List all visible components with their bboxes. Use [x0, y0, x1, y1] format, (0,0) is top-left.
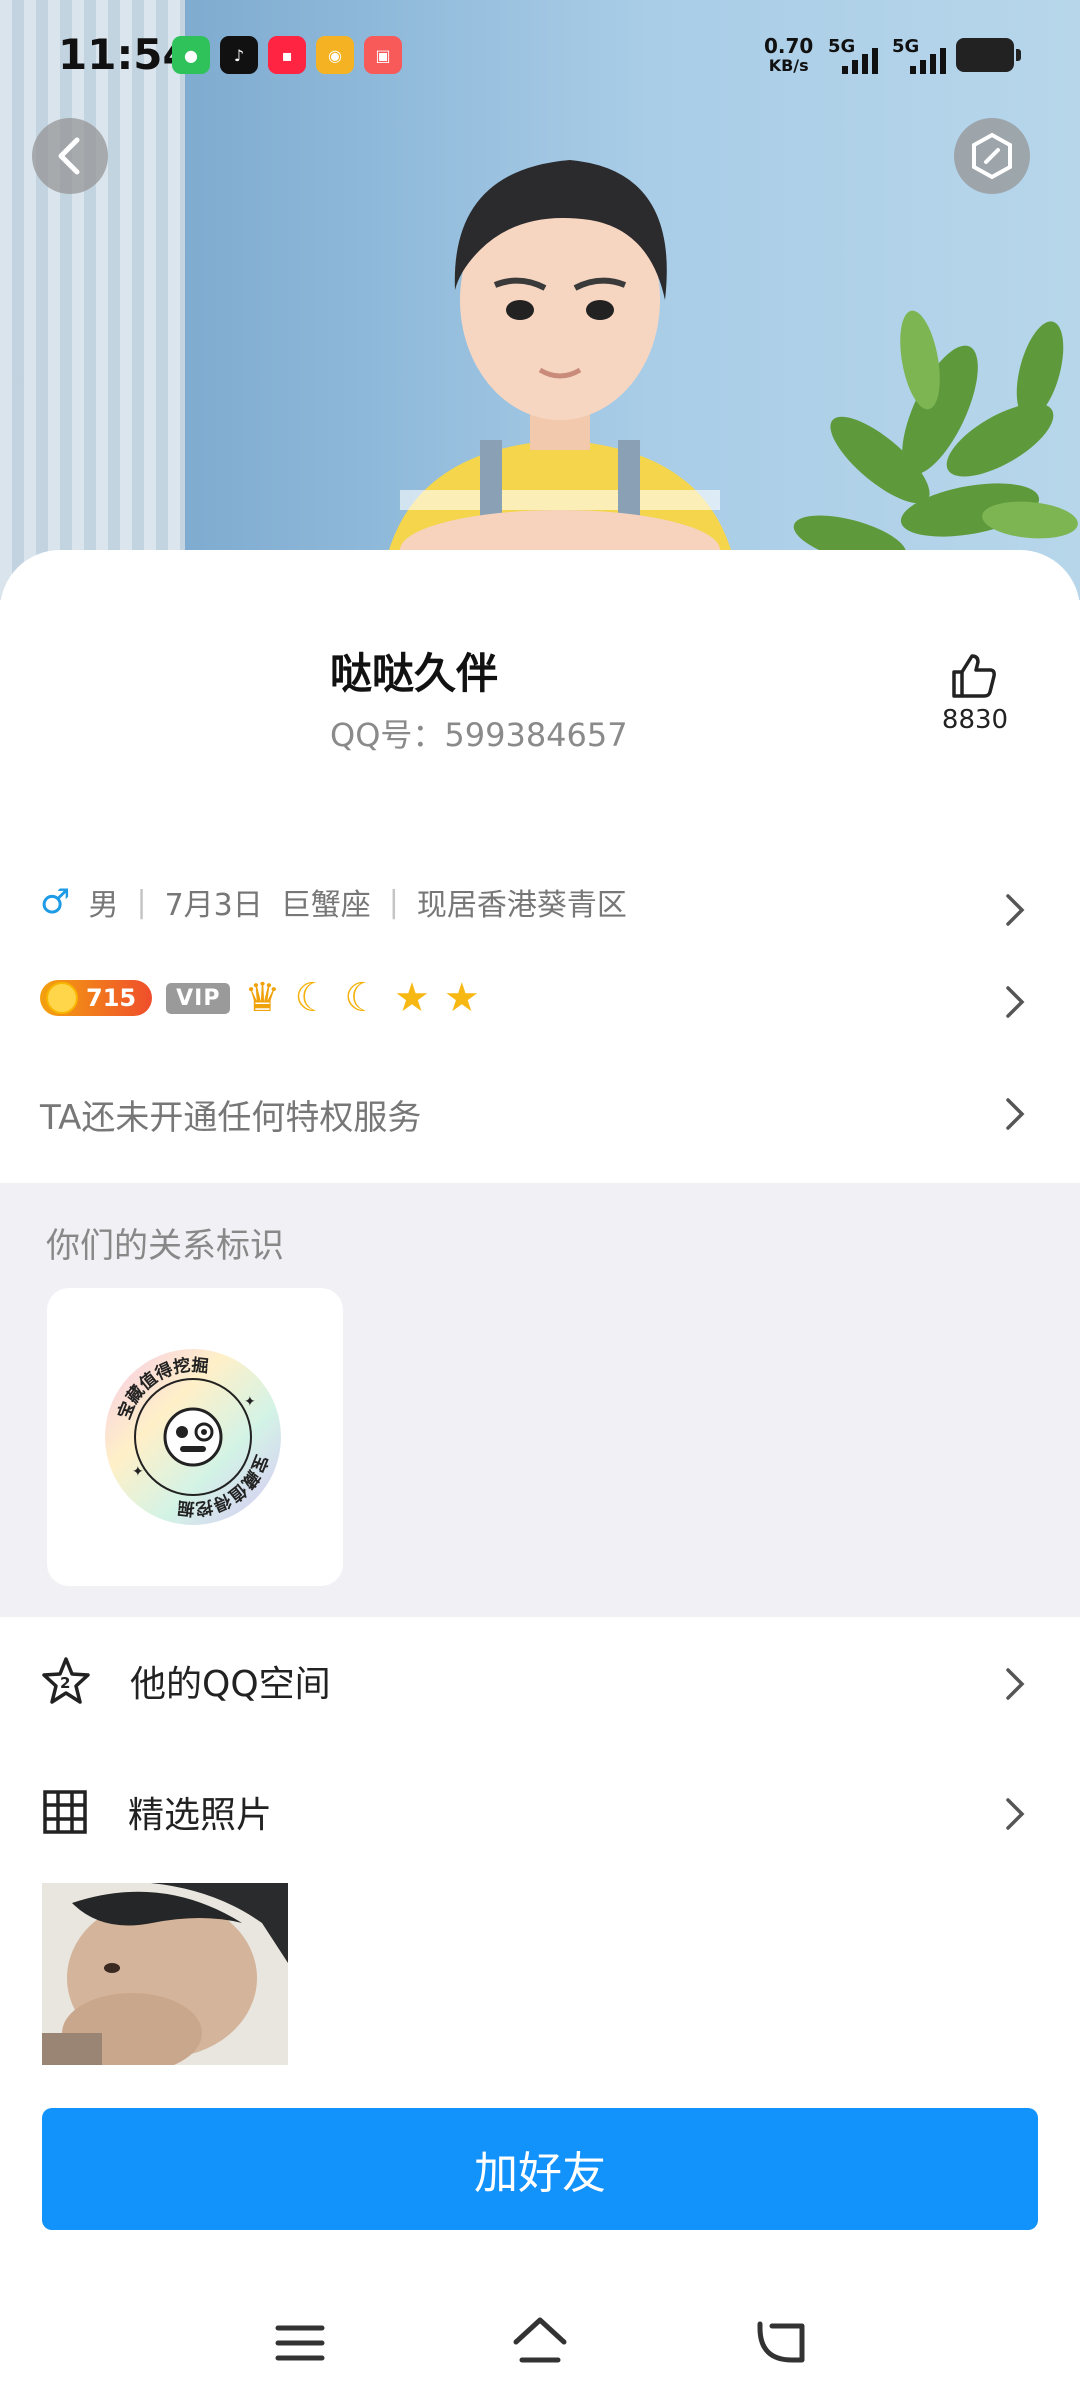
menu-icon[interactable] [272, 2320, 328, 2366]
gender-text: 男 [88, 888, 119, 923]
level-badge: 715 [40, 980, 153, 1016]
star-icon: ★ [394, 975, 430, 1021]
network-speed-value: 0.70 [764, 34, 814, 58]
hexagon-icon [972, 132, 1012, 180]
photo-content [42, 1883, 288, 2065]
signal-1-icon [842, 48, 878, 74]
network-speed-unit: KB/s [768, 56, 809, 75]
qzone-row[interactable]: 2 他的QQ空间 [40, 1655, 331, 1707]
vip-badge: VIP [166, 982, 231, 1014]
moon-icon: ☾ [294, 975, 331, 1021]
qzone-label: 他的QQ空间 [130, 1664, 331, 1705]
badge-row[interactable]: 715 VIP ♛ ☾ ☾ ★ ★ [40, 978, 480, 1018]
chevron-right-icon[interactable] [1002, 890, 1028, 930]
qq-number: QQ号：599384657 [330, 716, 628, 754]
birthday-text: 7月3日 [164, 888, 263, 923]
basic-info-row[interactable]: ♂ 男 | 7月3日 巨蟹座 | 现居香港葵青区 [40, 880, 627, 924]
network-speed: 0.70 KB/s [764, 36, 813, 76]
system-nav-bar [0, 2300, 1080, 2400]
notification-icons: ● ♪ ▪ ◉ ▣ [172, 36, 402, 74]
back-button[interactable] [32, 118, 108, 194]
divider: | [388, 884, 399, 920]
toutiao-icon: ▣ [364, 36, 402, 74]
svg-text:✦: ✦ [244, 1394, 256, 1410]
relation-title: 你们的关系标识 [46, 1226, 284, 1266]
coin-icon [46, 982, 78, 1014]
star-icon: ★ [443, 975, 480, 1021]
profile-name: 哒哒久伴 [330, 649, 499, 698]
zodiac-text: 巨蟹座 [280, 888, 371, 923]
location-text: 现居香港葵青区 [416, 888, 627, 923]
svg-text:✦: ✦ [132, 1464, 144, 1480]
chevron-left-icon [58, 137, 80, 175]
relation-badge: 宝藏值得挖掘 宝藏值得挖掘 ✦ ✦ [105, 1349, 281, 1525]
moon-icon: ☾ [344, 975, 381, 1021]
crown-icon: ♛ [244, 975, 281, 1021]
thumb-up-icon[interactable] [948, 650, 1000, 702]
chevron-right-icon[interactable] [1002, 982, 1028, 1022]
home-icon[interactable] [510, 2314, 570, 2370]
signal-2-icon [910, 48, 946, 74]
back-nav-icon[interactable] [752, 2316, 808, 2368]
photos-row[interactable]: 精选照片 [40, 1786, 272, 1838]
svg-text:2: 2 [60, 1674, 70, 1692]
xiaohongshu-icon: ▪ [268, 36, 306, 74]
status-bar: 11:54 ● ♪ ▪ ◉ ▣ 0.70 KB/s 5G 5G [0, 0, 1080, 110]
tiktok-icon: ♪ [220, 36, 258, 74]
male-icon: ♂ [40, 882, 71, 922]
chevron-right-icon[interactable] [1002, 1664, 1028, 1704]
chevron-right-icon[interactable] [1002, 1794, 1028, 1834]
like-count: 8830 [941, 705, 1009, 735]
star-outline-icon: 2 [42, 1657, 90, 1704]
add-friend-button[interactable]: 加好友 [42, 2108, 1038, 2230]
level-value: 715 [86, 984, 137, 1012]
avatar-illustration [380, 160, 740, 600]
chevron-right-icon[interactable] [1002, 1094, 1028, 1134]
divider: | [136, 884, 147, 920]
grid-icon [43, 1790, 87, 1834]
photo-thumbnail[interactable] [42, 1883, 288, 2065]
photos-label: 精选照片 [128, 1795, 273, 1836]
battery-icon [956, 38, 1014, 72]
wechat-icon: ● [172, 36, 210, 74]
battery-tip [1016, 49, 1021, 61]
more-button[interactable] [954, 118, 1030, 194]
weibo-icon: ◉ [316, 36, 354, 74]
privilege-status[interactable]: TA还未开通任何特权服务 [40, 1090, 421, 1139]
